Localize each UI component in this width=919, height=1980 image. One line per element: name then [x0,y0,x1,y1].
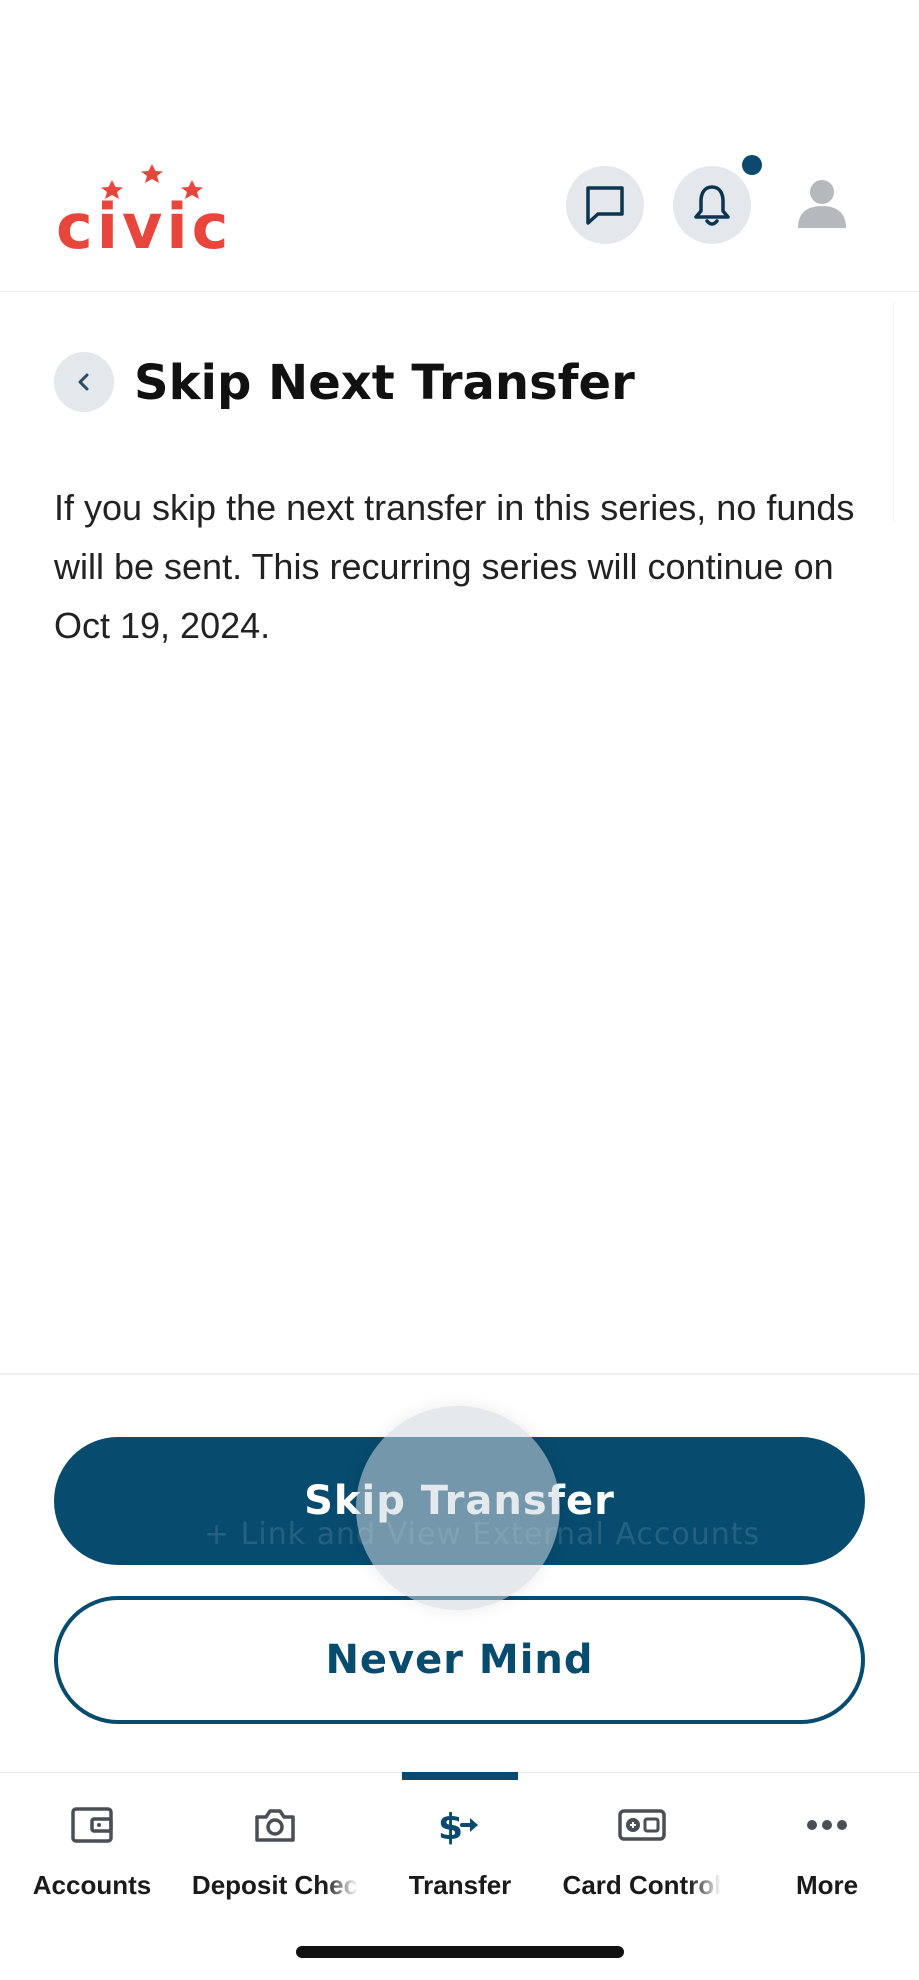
wallet-icon [71,1807,113,1843]
camera-icon [255,1809,295,1842]
edge-divider [893,302,919,522]
civic-logo[interactable]: civic [56,160,256,263]
tab-more[interactable]: More [735,1800,919,1910]
chat-icon [586,186,624,225]
tab-label: Accounts [32,1870,152,1900]
never-mind-label: Never Mind [325,1637,594,1683]
tab-deposit-check[interactable]: Deposit Chec [183,1800,367,1910]
skip-description: If you skip the next transfer in this se… [54,487,855,646]
notification-badge [742,155,762,175]
chevron-left-icon [78,373,89,391]
home-indicator [296,1946,624,1958]
app-header: civic [0,0,919,292]
never-mind-button[interactable]: Never Mind [54,1596,865,1724]
tab-label: More [795,1870,859,1900]
more-icon [807,1820,847,1830]
bell-icon [694,185,730,226]
active-tab-indicator [402,1772,518,1780]
tab-label: Transfer [408,1870,512,1900]
link-external-accounts-ghost: + Link and View External Accounts [204,1517,761,1552]
tab-label: Deposit Chec [191,1870,359,1900]
tab-card-controls[interactable]: Card Control [550,1800,734,1910]
logo-wordmark: civic [56,190,233,263]
transfer-icon: $ [438,1807,478,1847]
profile-icon[interactable] [796,178,848,228]
card-control-icon [618,1809,666,1841]
chat-button[interactable] [566,166,644,244]
page-title: Skip Next Transfer [134,355,635,411]
svg-text:$: $ [438,1807,463,1847]
tab-label: Card Control [562,1870,722,1900]
notifications-button[interactable] [673,166,751,244]
tab-transfer[interactable]: $ Transfer [368,1800,552,1910]
back-button[interactable] [54,352,114,412]
screen: civic Skip Next Transfer If you skip the… [0,0,919,1980]
tab-accounts[interactable]: Accounts [0,1800,184,1910]
skip-transfer-button[interactable]: + Link and View External Accounts Skip T… [54,1437,865,1565]
